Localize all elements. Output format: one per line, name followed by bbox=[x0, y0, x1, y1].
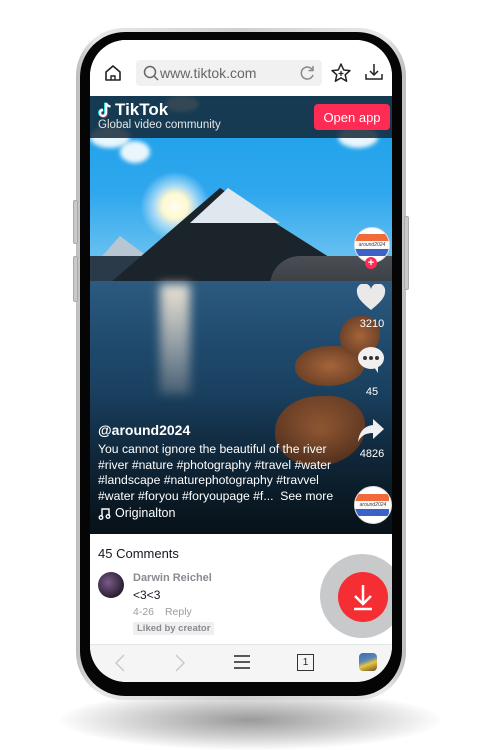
follow-plus-icon[interactable]: + bbox=[365, 257, 377, 269]
tabs-icon[interactable]: 1 bbox=[297, 654, 314, 671]
download-video-button[interactable] bbox=[338, 572, 388, 622]
tiktok-note-icon bbox=[98, 102, 111, 118]
tiktok-logo: TikTok bbox=[98, 100, 168, 120]
music-title: Originalton bbox=[115, 506, 176, 520]
video-snowcap bbox=[190, 188, 280, 223]
phone-screen: www.tiktok.com TikTok Global video commu… bbox=[90, 40, 392, 682]
bookmark-star-icon[interactable] bbox=[330, 62, 352, 84]
share-count: 4826 bbox=[359, 448, 385, 460]
like-heart-icon[interactable] bbox=[356, 284, 386, 312]
tiktok-tagline: Global video community bbox=[98, 119, 221, 131]
home-icon[interactable] bbox=[104, 64, 122, 82]
search-icon bbox=[143, 65, 159, 81]
comment-count: 45 bbox=[365, 386, 379, 398]
volume-up-button bbox=[73, 200, 78, 244]
browser-bottom-bar: 1 bbox=[90, 644, 392, 682]
video-username[interactable]: @around2024 bbox=[98, 422, 190, 438]
open-app-button[interactable]: Open app bbox=[314, 104, 390, 130]
see-more-link[interactable]: See more bbox=[280, 489, 333, 503]
download-icon[interactable] bbox=[364, 62, 384, 82]
comment-text: <3<3 bbox=[133, 588, 161, 602]
like-count: 3210 bbox=[359, 318, 385, 330]
video-glare bbox=[160, 284, 190, 394]
reply-link[interactable]: Reply bbox=[165, 606, 192, 618]
music-disc-avatar[interactable]: around2024 bbox=[354, 486, 392, 524]
creator-avatar-text: around2024 bbox=[355, 241, 389, 249]
comment-meta: 4-26 Reply bbox=[133, 606, 200, 618]
profile-icon[interactable] bbox=[359, 653, 377, 671]
video-caption: You cannot ignore the beautiful of the r… bbox=[98, 442, 350, 504]
browser-toolbar: www.tiktok.com bbox=[90, 40, 392, 96]
tiktok-banner: TikTok Global video community Open app bbox=[90, 96, 392, 138]
url-text[interactable]: www.tiktok.com bbox=[160, 65, 256, 81]
comments-title: 45 Comments bbox=[98, 546, 179, 561]
reload-icon[interactable] bbox=[298, 64, 316, 82]
menu-icon[interactable] bbox=[234, 655, 250, 669]
commenter-avatar[interactable] bbox=[98, 572, 124, 598]
volume-down-button bbox=[73, 256, 78, 302]
share-arrow-icon[interactable] bbox=[356, 416, 386, 444]
commenter-name[interactable]: Darwin Reichel bbox=[133, 572, 212, 584]
forward-icon[interactable] bbox=[174, 653, 186, 673]
music-disc-text: around2024 bbox=[355, 501, 391, 509]
music-note-icon bbox=[98, 507, 111, 520]
back-icon[interactable] bbox=[114, 653, 126, 673]
tiktok-brand: TikTok bbox=[115, 100, 169, 119]
comment-bubble-icon[interactable] bbox=[356, 346, 386, 374]
address-bar[interactable]: www.tiktok.com bbox=[136, 60, 322, 86]
liked-by-creator-badge: Liked by creator bbox=[133, 622, 215, 635]
music-info[interactable]: Originalton bbox=[98, 506, 175, 520]
download-arrow-icon bbox=[354, 585, 372, 611]
video-cloud bbox=[120, 141, 150, 163]
comment-date: 4-26 bbox=[133, 606, 155, 618]
power-button bbox=[404, 216, 409, 290]
